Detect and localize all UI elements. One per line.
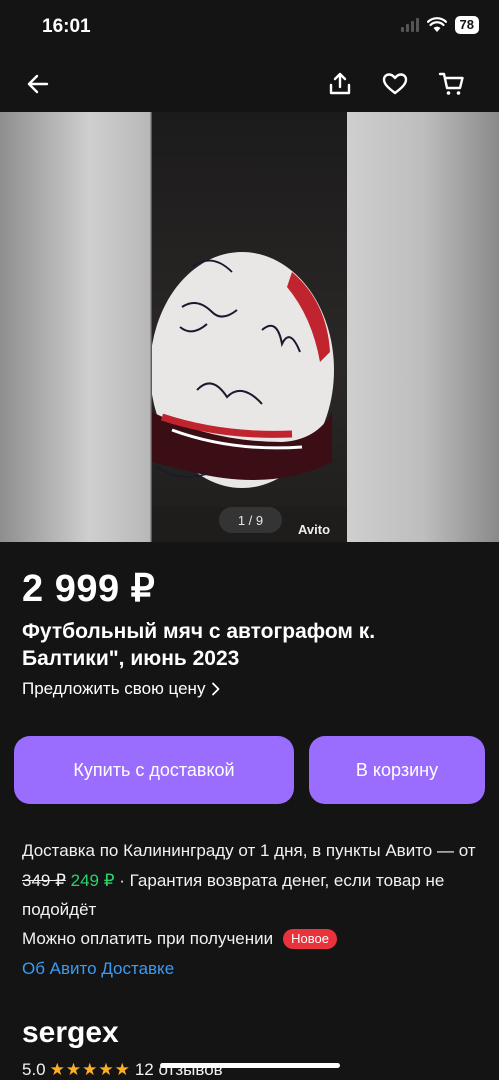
avito-watermark: Avito <box>298 522 331 537</box>
wifi-icon <box>426 17 447 32</box>
home-indicator <box>160 1063 340 1068</box>
football-image <box>152 252 347 542</box>
cart-button[interactable] <box>432 64 472 104</box>
status-bar: 16:01 78 <box>0 0 499 56</box>
buy-with-delivery-button[interactable]: Купить с доставкой <box>14 736 294 804</box>
product-photo[interactable] <box>152 112 347 542</box>
nav-bar <box>0 56 499 112</box>
share-button[interactable] <box>320 64 360 104</box>
chevron-right-icon <box>212 682 220 696</box>
status-time: 16:01 <box>42 16 91 37</box>
rating-value: 5.0 <box>22 1060 46 1079</box>
share-icon <box>329 72 351 95</box>
favorite-button[interactable] <box>375 64 415 104</box>
about-avito-delivery-link[interactable]: Об Авито Доставке <box>22 954 174 984</box>
rating-stars: ★★★★★ <box>49 1060 131 1079</box>
battery-indicator: 78 <box>454 16 479 34</box>
delivery-info: Доставка по Калининграду от 1 дня, в пун… <box>22 836 482 925</box>
back-button[interactable] <box>18 64 58 104</box>
cart-icon <box>438 72 464 95</box>
listing-title: Футбольный мяч с автографом к. Балтики",… <box>22 620 376 670</box>
delivery-old-price: 349 ₽ <box>22 870 66 890</box>
new-badge: Новое <box>283 928 337 949</box>
photo-gallery[interactable]: 1 / 9 Avito <box>0 112 499 542</box>
photo-counter: 1 / 9 <box>219 507 282 533</box>
offer-price-label: Предложить свою цену <box>22 679 206 698</box>
pay-on-receipt-text: Можно оплатить при получении <box>22 929 274 948</box>
delivery-text-start: Доставка по Калининграду от 1 дня, в пун… <box>22 841 476 860</box>
delivery-new-price: 249 ₽ <box>70 870 115 890</box>
pay-on-receipt-line: Можно оплатить при получении Новое <box>22 924 337 954</box>
add-to-cart-button[interactable]: В корзину <box>309 736 485 804</box>
heart-icon <box>382 73 408 95</box>
back-arrow-icon <box>27 74 49 94</box>
signal-icon <box>400 18 419 32</box>
status-indicators: 78 <box>400 16 479 34</box>
listing-price: 2 999 ₽ <box>22 568 156 610</box>
offer-price-link[interactable]: Предложить свою цену <box>22 679 221 699</box>
seller-name[interactable]: sergex <box>22 1016 119 1050</box>
